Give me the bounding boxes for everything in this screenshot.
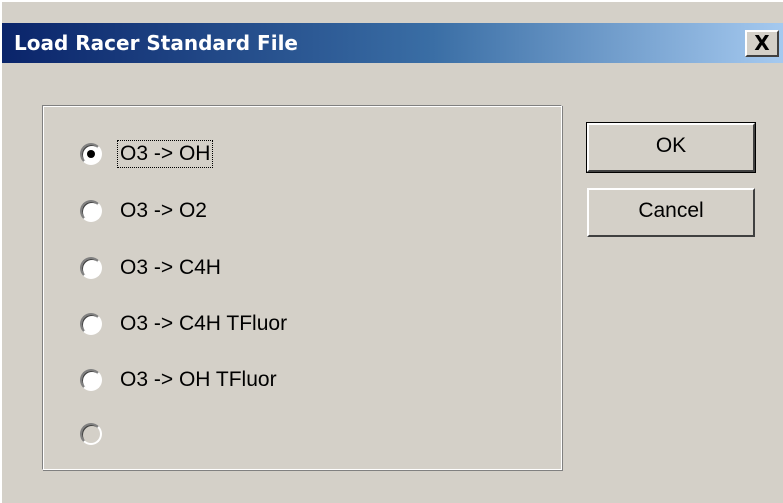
option-label: O3 -> C4H TFluor <box>120 312 288 335</box>
option-o3-c4h[interactable]: O3 -> C4H <box>80 253 223 283</box>
radio-selected-dot <box>87 150 95 158</box>
option-empty <box>80 419 122 449</box>
radio-button[interactable] <box>80 200 102 222</box>
close-button[interactable]: X <box>745 30 779 57</box>
radio-button[interactable] <box>80 143 102 165</box>
load-racer-dialog: Load Racer Standard File X O3 -> OH O3 -… <box>0 0 783 503</box>
radio-button[interactable] <box>80 313 102 335</box>
close-icon: X <box>754 31 770 55</box>
option-label: O3 -> OH TFluor <box>120 368 277 391</box>
option-label: O3 -> O2 <box>120 199 207 222</box>
option-o3-oh-tfluor[interactable]: O3 -> OH TFluor <box>80 365 279 395</box>
radio-button[interactable] <box>80 369 102 391</box>
ok-button[interactable]: OK <box>586 122 756 173</box>
option-o3-oh[interactable]: O3 -> OH <box>80 139 214 169</box>
dialog-title: Load Racer Standard File <box>14 31 298 55</box>
option-o3-c4h-tfluor[interactable]: O3 -> C4H TFluor <box>80 309 289 339</box>
title-bar[interactable]: Load Racer Standard File X <box>2 23 783 63</box>
radio-button[interactable] <box>80 257 102 279</box>
cancel-button[interactable]: Cancel <box>587 188 755 237</box>
option-label <box>118 433 122 435</box>
radio-button-disabled <box>80 423 102 445</box>
option-label: O3 -> C4H <box>120 256 221 279</box>
option-label: O3 -> OH <box>116 140 214 168</box>
option-o3-o2[interactable]: O3 -> O2 <box>80 196 209 226</box>
